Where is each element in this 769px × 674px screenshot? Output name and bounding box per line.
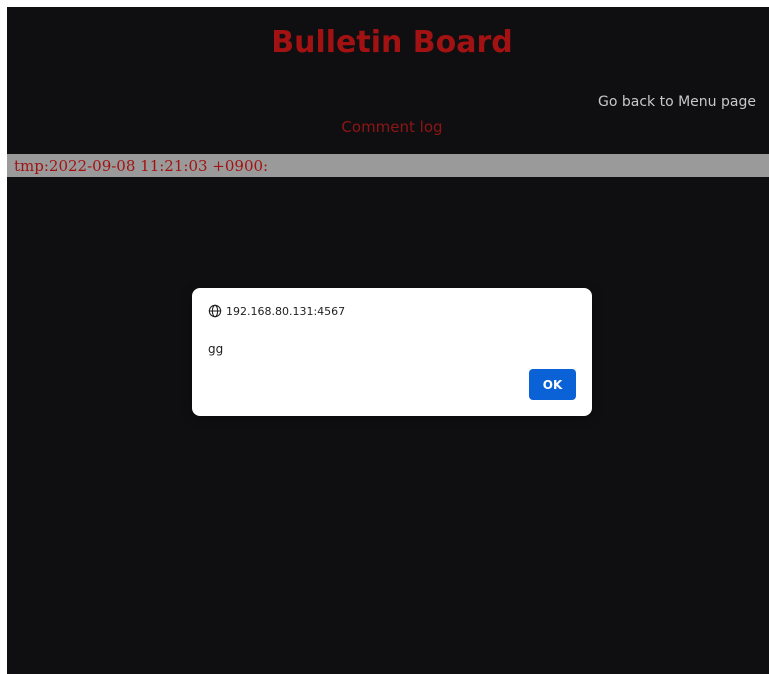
comment-log-heading: Comment log bbox=[341, 118, 443, 136]
page-title: Bulletin Board bbox=[271, 25, 513, 60]
dialog-message: gg bbox=[208, 342, 224, 356]
comment-log-row: tmp:2022-09-08 11:21:03 +0900: bbox=[7, 154, 769, 177]
menu-page-link[interactable]: Go back to Menu page bbox=[598, 94, 756, 110]
dialog-origin: 192.168.80.131:4567 bbox=[208, 304, 345, 318]
ok-button[interactable]: OK bbox=[529, 369, 576, 400]
dialog-origin-text: 192.168.80.131:4567 bbox=[226, 304, 346, 318]
alert-dialog: 192.168.80.131:4567 gg OK bbox=[192, 288, 592, 416]
comment-text: tmp:2022-09-08 11:21:03 +0900: bbox=[14, 157, 269, 175]
globe-icon bbox=[208, 304, 222, 318]
